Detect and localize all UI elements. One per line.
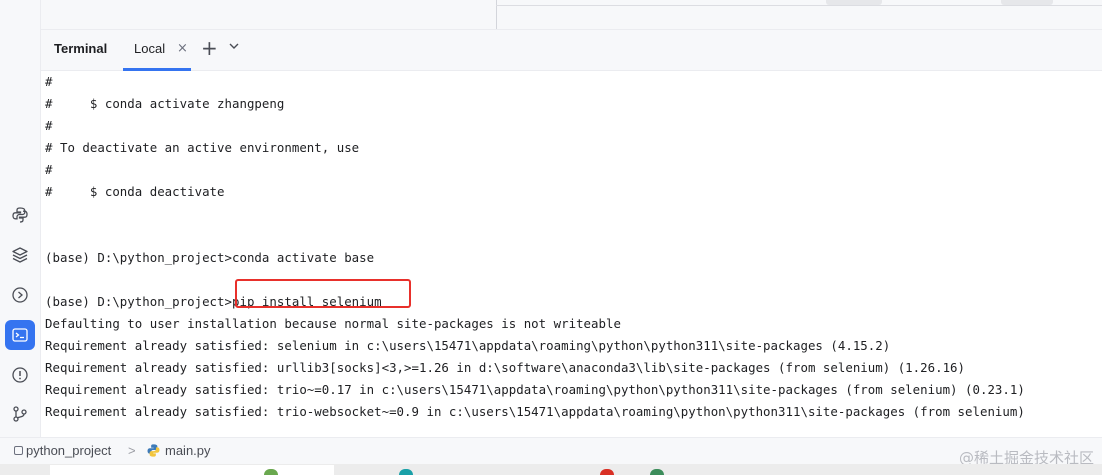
terminal-line: Requirement already satisfied: trio~=0.1… (45, 382, 1025, 397)
editor-tabs-edge (496, 5, 1102, 6)
git-button[interactable] (5, 399, 35, 429)
terminal-line: # $ conda deactivate (45, 184, 225, 199)
breadcrumb-project[interactable]: python_project (26, 443, 111, 458)
command-highlight-box (235, 279, 411, 308)
taskbar-strip (0, 464, 1102, 475)
terminal-line: Requirement already satisfied: selenium … (45, 338, 891, 353)
chevron-down-icon[interactable] (227, 39, 241, 53)
taskbar-app-icon[interactable] (399, 469, 413, 475)
terminal-line: # (45, 118, 53, 133)
terminal-output[interactable]: # # $ conda activate zhangpeng # # To de… (41, 71, 1102, 437)
new-tab-button[interactable]: + (201, 36, 218, 60)
terminal-line: # (45, 74, 53, 89)
tab-close-icon[interactable]: × (177, 41, 188, 56)
editor-tab-fragment (826, 0, 882, 5)
editor-area-remnant (41, 0, 1102, 30)
folder-icon (14, 446, 23, 455)
terminal-line: # To deactivate an active environment, u… (45, 140, 360, 155)
taskbar-app-icon[interactable] (600, 469, 614, 475)
breadcrumb-file[interactable]: main.py (165, 443, 211, 458)
tool-window-strip (0, 0, 41, 437)
services-button[interactable] (5, 280, 35, 310)
tab-local-label: Local (134, 41, 166, 56)
terminal-button[interactable] (5, 320, 35, 350)
services-icon (12, 287, 28, 303)
python-packages-icon (12, 207, 28, 223)
taskbar-app-icon[interactable] (264, 469, 278, 475)
terminal-line: # $ conda activate zhangpeng (45, 96, 285, 111)
terminal-line: Defaulting to user installation because … (45, 316, 621, 331)
terminal-title: Terminal (54, 41, 108, 56)
layers-button[interactable] (5, 240, 35, 270)
status-bar: python_project > main.py (0, 437, 1102, 465)
problems-button[interactable] (5, 360, 35, 390)
editor-tab-fragment (1001, 0, 1053, 5)
problems-icon (12, 367, 28, 383)
taskbar-window (50, 465, 334, 475)
python-file-icon (147, 444, 160, 457)
terminal-header: Terminal Local × + (41, 30, 1102, 71)
terminal-icon (12, 328, 28, 342)
terminal-line: (base) D:\python_project>conda activate … (45, 250, 375, 265)
layers-icon (12, 247, 28, 263)
breadcrumb-separator: > (128, 443, 136, 458)
tab-local[interactable]: Local × (123, 30, 193, 71)
taskbar-app-icon[interactable] (650, 469, 664, 475)
terminal-line: Requirement already satisfied: trio-webs… (45, 404, 1025, 419)
terminal-line: Requirement already satisfied: urllib3[s… (45, 360, 966, 375)
terminal-line: # (45, 162, 53, 177)
git-icon (13, 406, 27, 422)
python-packages-button[interactable] (5, 200, 35, 230)
